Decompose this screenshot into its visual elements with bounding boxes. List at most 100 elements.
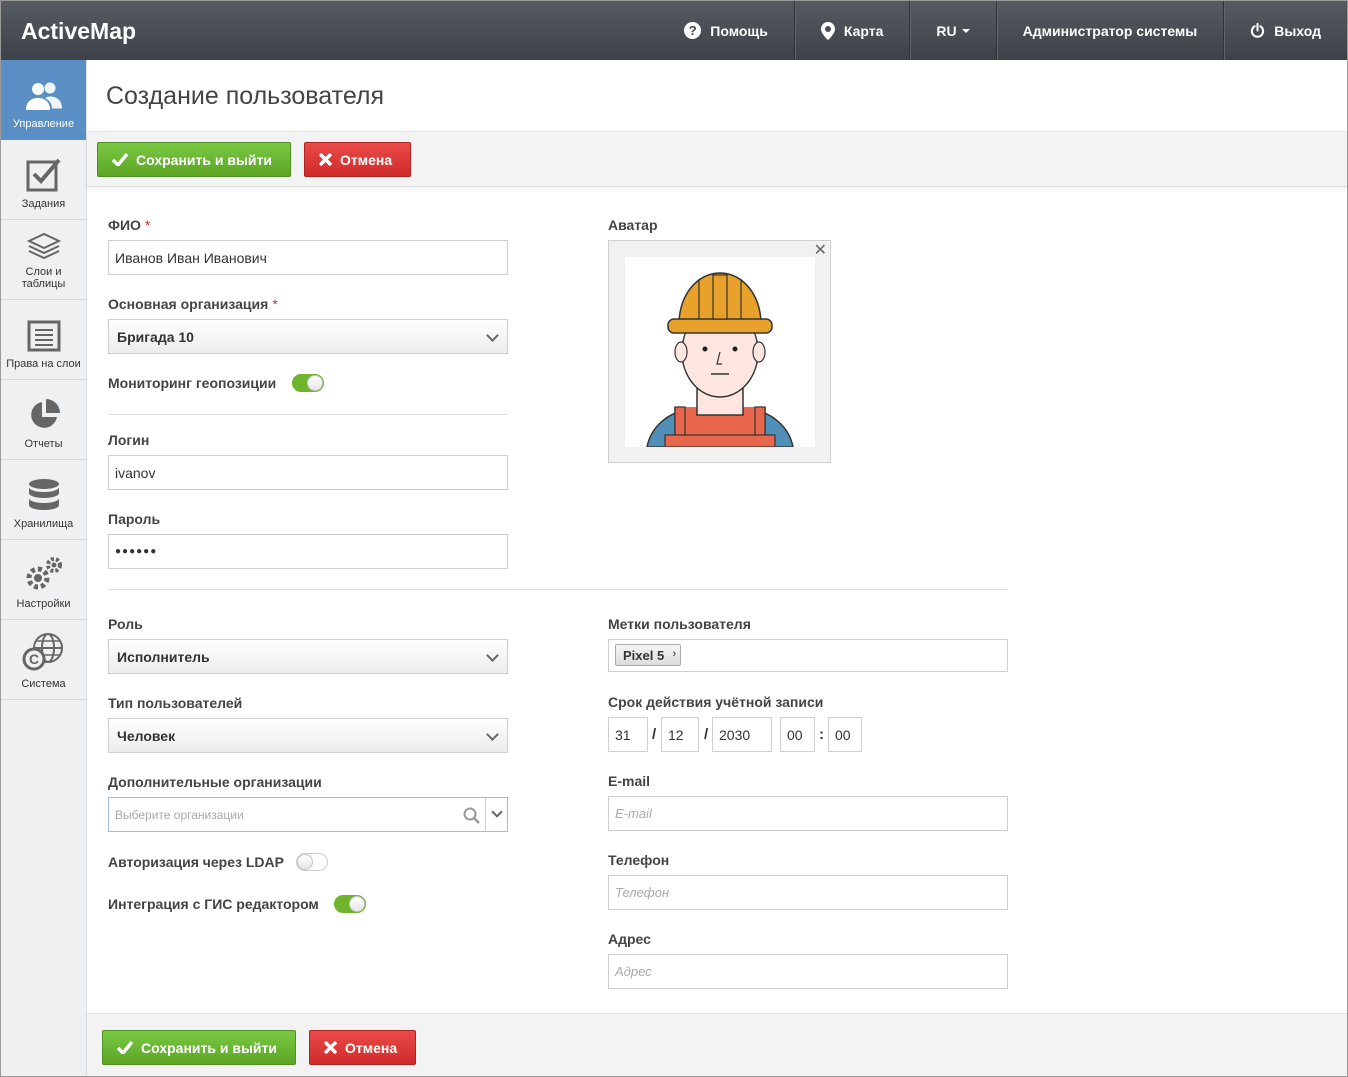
sidebar: Управление Задания Слои и таблицы Права … bbox=[1, 60, 87, 1076]
ldap-label: Авторизация через LDAP bbox=[108, 854, 284, 870]
date-separator: / bbox=[652, 726, 657, 743]
check-icon bbox=[112, 153, 128, 166]
password-field[interactable]: ●●●●●● bbox=[108, 534, 508, 569]
bottom-toolbar: Сохранить и выйти Отмена bbox=[87, 1013, 1347, 1076]
role-label: Роль bbox=[108, 616, 143, 632]
help-link[interactable]: ? Помощь bbox=[658, 1, 794, 60]
close-icon bbox=[319, 153, 332, 166]
address-field[interactable]: Адрес bbox=[608, 954, 1008, 989]
sidebar-item-storage[interactable]: Хранилища bbox=[1, 460, 86, 540]
search-icon bbox=[463, 807, 480, 824]
help-icon: ? bbox=[684, 22, 702, 39]
extra-orgs-label: Дополнительные организации bbox=[108, 774, 322, 790]
save-label: Сохранить и выйти bbox=[141, 1039, 277, 1056]
map-link[interactable]: Карта bbox=[793, 1, 910, 60]
sidebar-item-label: Права на слои bbox=[6, 358, 81, 370]
expiry-day-field[interactable]: 31 bbox=[608, 717, 648, 752]
sidebar-item-label: Слои и таблицы bbox=[21, 266, 66, 290]
sidebar-item-system[interactable]: C Система bbox=[1, 620, 86, 700]
sidebar-item-management[interactable]: Управление bbox=[1, 60, 86, 140]
top-bar: ActiveMap ? Помощь Карта RU Администрато… bbox=[1, 1, 1347, 60]
expiry-label: Срок действия учётной записи bbox=[608, 694, 824, 710]
sidebar-item-reports[interactable]: Отчеты bbox=[1, 380, 86, 460]
brand-logo[interactable]: ActiveMap bbox=[21, 18, 136, 45]
role-select[interactable]: Исполнитель bbox=[108, 639, 508, 674]
gears-icon bbox=[26, 557, 62, 590]
sidebar-item-layer-rights[interactable]: Права на слои bbox=[1, 300, 86, 380]
date-separator: / bbox=[704, 726, 709, 743]
sidebar-item-tasks[interactable]: Задания bbox=[1, 140, 86, 220]
user-type-select[interactable]: Человек bbox=[108, 718, 508, 753]
language-dropdown[interactable]: RU bbox=[909, 1, 995, 60]
tag-remove-icon[interactable]: › bbox=[673, 648, 677, 660]
help-label: Помощь bbox=[710, 22, 768, 39]
login-field[interactable]: ivanov bbox=[108, 455, 508, 490]
expiry-minute-field[interactable]: 00 bbox=[828, 717, 862, 752]
extra-orgs-input[interactable]: Выберите организации bbox=[108, 797, 508, 832]
check-icon bbox=[117, 1041, 133, 1054]
phone-field[interactable]: Телефон bbox=[608, 875, 1008, 910]
power-icon bbox=[1251, 23, 1265, 38]
top-nav: ? Помощь Карта RU Администратор системы … bbox=[658, 1, 1347, 60]
expiry-hour-field[interactable]: 00 bbox=[780, 717, 815, 752]
geo-label: Мониторинг геопозиции bbox=[108, 375, 277, 391]
save-button[interactable]: Сохранить и выйти bbox=[97, 142, 291, 177]
org-select[interactable]: Бригада 10 bbox=[108, 319, 508, 354]
pie-chart-icon bbox=[30, 399, 60, 428]
cancel-label: Отмена bbox=[340, 151, 393, 168]
user-name: Администратор системы bbox=[1022, 22, 1198, 39]
divider bbox=[108, 414, 508, 415]
top-toolbar: Сохранить и выйти Отмена bbox=[87, 131, 1347, 187]
cancel-button[interactable]: Отмена bbox=[304, 142, 412, 177]
close-icon bbox=[324, 1041, 337, 1054]
tags-label: Метки пользователя bbox=[608, 616, 751, 632]
expiry-year-field[interactable]: 2030 bbox=[712, 717, 772, 752]
tag-label: Pixel 5 bbox=[623, 647, 665, 663]
divider bbox=[108, 589, 1008, 590]
tag-item[interactable]: Pixel 5 › bbox=[615, 644, 682, 666]
logout-label: Выход bbox=[1274, 22, 1321, 39]
close-icon[interactable]: ✕ bbox=[814, 240, 827, 260]
avatar-label: Аватар bbox=[608, 217, 658, 233]
worker-avatar-illustration bbox=[646, 272, 794, 447]
map-label: Карта bbox=[843, 22, 884, 39]
time-separator: : bbox=[819, 726, 824, 743]
sidebar-item-label: Хранилища bbox=[13, 518, 74, 530]
svg-text:C: C bbox=[28, 651, 38, 667]
email-label: E-mail bbox=[608, 773, 651, 789]
layers-icon bbox=[26, 232, 61, 260]
sidebar-item-label: Управление bbox=[12, 118, 75, 130]
sidebar-item-settings[interactable]: Настройки bbox=[1, 540, 86, 620]
users-icon bbox=[25, 82, 62, 110]
caret-down-icon bbox=[961, 28, 970, 33]
avatar-image bbox=[625, 257, 815, 447]
email-field[interactable]: E-mail bbox=[608, 796, 1008, 831]
chevron-down-icon bbox=[486, 329, 499, 342]
org-label: Основная организация * bbox=[108, 296, 278, 312]
geo-toggle[interactable] bbox=[292, 374, 324, 392]
fio-label: ФИО * bbox=[108, 217, 151, 233]
sidebar-item-layers[interactable]: Слои и таблицы bbox=[1, 220, 86, 300]
save-button[interactable]: Сохранить и выйти bbox=[102, 1030, 296, 1065]
fio-field[interactable]: Иванов Иван Иванович bbox=[108, 240, 508, 275]
toggle-knob bbox=[297, 854, 313, 870]
avatar-box[interactable]: ✕ bbox=[608, 240, 831, 463]
cancel-button[interactable]: Отмена bbox=[309, 1030, 417, 1065]
logout-link[interactable]: Выход bbox=[1223, 1, 1347, 60]
ldap-toggle[interactable] bbox=[296, 853, 328, 871]
chevron-down-icon bbox=[491, 806, 503, 818]
language-label: RU bbox=[936, 22, 957, 39]
tags-input[interactable]: Pixel 5 › bbox=[608, 639, 1008, 672]
phone-label: Телефон bbox=[608, 852, 670, 868]
document-list-icon bbox=[27, 320, 60, 352]
sidebar-item-label: Задания bbox=[21, 198, 66, 210]
extra-orgs-placeholder: Выберите организации bbox=[115, 807, 244, 822]
sidebar-item-label: Система bbox=[21, 678, 66, 690]
user-menu[interactable]: Администратор системы bbox=[995, 1, 1224, 60]
globe-icon: C bbox=[22, 633, 63, 671]
expiry-month-field[interactable]: 12 bbox=[661, 717, 699, 752]
save-label: Сохранить и выйти bbox=[136, 151, 272, 168]
gis-label: Интеграция с ГИС редактором bbox=[108, 896, 319, 912]
gis-toggle[interactable] bbox=[334, 895, 366, 913]
dropdown-toggle[interactable] bbox=[485, 798, 507, 831]
